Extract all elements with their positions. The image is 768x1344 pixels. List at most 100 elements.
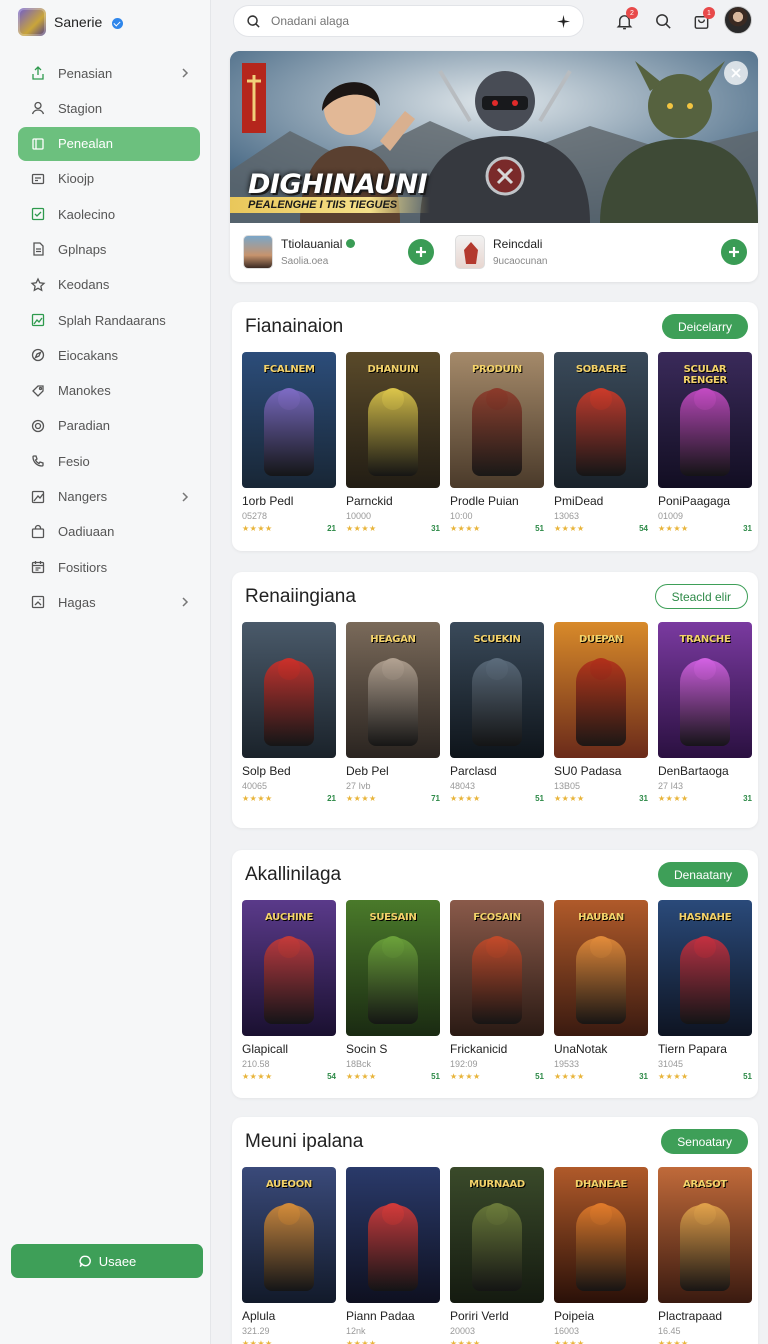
- add-featured-1-button[interactable]: [408, 239, 434, 265]
- game-card[interactable]: DHANUIN Parnckid 10000 ★★★★ 31: [346, 352, 440, 533]
- game-count: 01009: [658, 511, 684, 521]
- sidebar-item-8[interactable]: Splah Randaarans: [18, 303, 200, 337]
- avatar[interactable]: [724, 6, 752, 34]
- sidebar-item-10[interactable]: Manokes: [18, 374, 200, 408]
- featured-item-1[interactable]: Ttiolauanial Saolia.oea: [243, 231, 355, 273]
- game-count: 13063: [554, 511, 580, 521]
- sidebar-item-11[interactable]: Paradian: [18, 409, 200, 443]
- game-count: 20003: [450, 1326, 476, 1336]
- sidebar-item-15[interactable]: Fositiors: [18, 550, 200, 584]
- notifications-button[interactable]: 2: [611, 7, 638, 34]
- game-card[interactable]: PRODUIN Prodle Puian 10:00 ★★★★ 51: [450, 352, 544, 533]
- poster-figure: [680, 1205, 730, 1291]
- hero-banner[interactable]: DIGHINAUNI PEALENGHE I TIIS TIEGUES Ttio…: [230, 51, 758, 282]
- game-meta: ★★★★: [242, 1339, 336, 1344]
- sidebar-item-1[interactable]: Penasian: [18, 56, 200, 90]
- game-title: Socin S: [346, 1042, 388, 1056]
- sidebar-item-5[interactable]: Kaolecino: [18, 197, 200, 231]
- section-action-button[interactable]: Steacld elir: [654, 584, 748, 609]
- poster-figure: [264, 390, 314, 476]
- game-card[interactable]: HEAGAN Deb Pel 27 Ivb ★★★★ 71: [346, 622, 440, 803]
- poster-figure: [472, 390, 522, 476]
- rating-stars-icon: ★★★★: [242, 794, 273, 803]
- poster-figure: [576, 660, 626, 746]
- rating-stars-icon: ★★★★: [450, 1339, 481, 1344]
- chevron-right-icon[interactable]: [178, 490, 192, 504]
- game-card[interactable]: DUEPAN SU0 Padasa 13B05 ★★★★ 31: [554, 622, 648, 803]
- game-card[interactable]: ARASOT Plactrapaad 16.45 ★★★★: [658, 1167, 752, 1344]
- sidebar-item-2[interactable]: Stagion: [18, 91, 200, 125]
- sidebar-item-4[interactable]: Kioojp: [18, 162, 200, 196]
- brand-logo: [18, 8, 46, 36]
- rating-stars-icon: ★★★★: [554, 1072, 585, 1081]
- game-poster: SUESAIN: [346, 900, 440, 1036]
- featured-subtitle-1: Saolia.oea: [281, 256, 329, 267]
- game-card[interactable]: Solp Bed 40065 ★★★★ 21: [242, 622, 336, 803]
- game-card[interactable]: Piann Padaa 12nk ★★★★: [346, 1167, 440, 1344]
- game-title: Tiern Papara: [658, 1042, 727, 1056]
- sidebar-item-16[interactable]: Hagas: [18, 585, 200, 619]
- sidebar-item-6[interactable]: Gplnaps: [18, 232, 200, 266]
- sparkle-icon[interactable]: [556, 14, 571, 29]
- star-icon: [30, 277, 46, 293]
- section-action-button[interactable]: Deicelarry: [661, 314, 748, 339]
- sidebar-item-7[interactable]: Keodans: [18, 268, 200, 302]
- game-card[interactable]: TRANCHE DenBartaoga 27 I43 ★★★★ 31: [658, 622, 752, 803]
- game-card[interactable]: AUEOON Aplula 321.29 ★★★★: [242, 1167, 336, 1344]
- poster-figure: [576, 938, 626, 1024]
- sidebar-item-label: Stagion: [58, 100, 103, 116]
- section-action-button[interactable]: Denaatany: [657, 862, 748, 887]
- section-action-button[interactable]: Senoatary: [661, 1129, 748, 1154]
- game-card[interactable]: SCUEKIN Parclasd 48043 ★★★★ 51: [450, 622, 544, 803]
- search-input[interactable]: [271, 14, 550, 28]
- sidebar-item-3[interactable]: Penealan: [18, 126, 200, 161]
- add-featured-2-button[interactable]: [721, 239, 747, 265]
- rating-stars-icon: ★★★★: [554, 794, 585, 803]
- game-card[interactable]: HASNAHE Tiern Papara 31045 ★★★★ 51: [658, 900, 752, 1081]
- sidebar-item-9[interactable]: Eiocakans: [18, 338, 200, 372]
- poster-figure: [368, 1205, 418, 1291]
- featured-item-2[interactable]: Reincdali 9ucaocunan: [455, 231, 548, 273]
- chevron-right-icon[interactable]: [178, 66, 192, 80]
- search-button[interactable]: [650, 8, 676, 34]
- magnifier-icon: [655, 13, 671, 29]
- game-meta: ★★★★: [658, 1339, 752, 1344]
- game-card[interactable]: DHANEAE Poipeia 16003 ★★★★: [554, 1167, 648, 1344]
- sidebar-item-13[interactable]: Nangers: [18, 480, 200, 514]
- poster-figure: [264, 1205, 314, 1291]
- hero-close-button[interactable]: [724, 61, 748, 85]
- plus-icon: [416, 247, 426, 257]
- sidebar-item-12[interactable]: Fesio: [18, 444, 200, 478]
- chevron-right-icon[interactable]: [178, 595, 192, 609]
- poster-title: MURNAAD: [469, 1179, 525, 1190]
- search-bar[interactable]: [233, 5, 584, 37]
- game-score: 51: [743, 1072, 752, 1081]
- sidebar-cta-button[interactable]: Usaee: [11, 1244, 203, 1278]
- brand[interactable]: Sanerie: [18, 8, 124, 36]
- sidebar-item-14[interactable]: Oadiuaan: [18, 515, 200, 549]
- game-count: 192:09: [450, 1059, 478, 1069]
- game-count: 12nk: [346, 1326, 366, 1336]
- poster-figure: [264, 938, 314, 1024]
- game-count: 10000: [346, 511, 372, 521]
- game-card[interactable]: MURNAAD Poriri Verld 20003 ★★★★: [450, 1167, 544, 1344]
- cart-button[interactable]: 1: [688, 7, 715, 34]
- game-count: 18Bck: [346, 1059, 372, 1069]
- game-card[interactable]: FCOSAIN Frickanicid 192:09 ★★★★ 51: [450, 900, 544, 1081]
- calendar-icon: [30, 559, 46, 575]
- game-title: Plactrapaad: [658, 1309, 723, 1323]
- checkbox-icon: [30, 206, 46, 222]
- featured-title-1-text: Ttiolauanial: [281, 237, 343, 251]
- rating-stars-icon: ★★★★: [450, 794, 481, 803]
- poster-title: TRANCHE: [679, 634, 731, 645]
- game-card[interactable]: SOBAERE PmiDead 13063 ★★★★ 54: [554, 352, 648, 533]
- sidebar-item-label: Splah Randaarans: [58, 312, 166, 328]
- game-card[interactable]: FCALNEM 1orb Pedl 05278 ★★★★ 21: [242, 352, 336, 533]
- game-card[interactable]: SUESAIN Socin S 18Bck ★★★★ 51: [346, 900, 440, 1081]
- game-card[interactable]: SCULAR RENGER PoniPaagaga 01009 ★★★★ 31: [658, 352, 752, 533]
- game-card[interactable]: HAUBAN UnaNotak 19533 ★★★★ 31: [554, 900, 648, 1081]
- poster-title: FCALNEM: [263, 364, 315, 375]
- game-card[interactable]: AUCHINE Glapicall 210.58 ★★★★ 54: [242, 900, 336, 1081]
- game-poster: TRANCHE: [658, 622, 752, 758]
- rating-stars-icon: ★★★★: [346, 1339, 377, 1344]
